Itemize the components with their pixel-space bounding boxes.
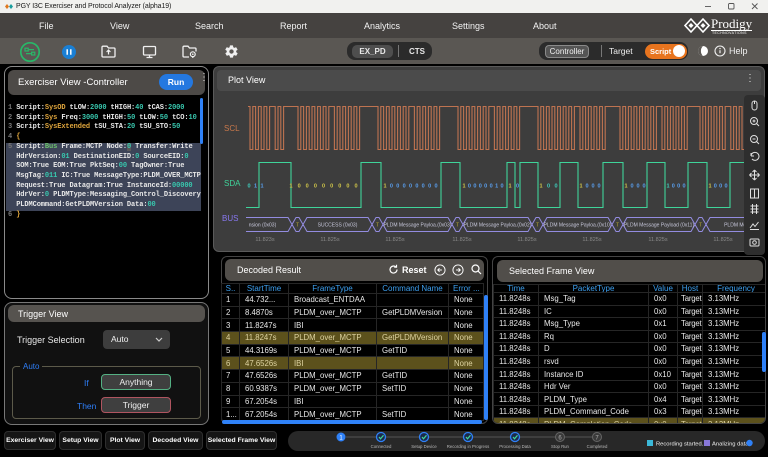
svg-text:0: 0: [346, 184, 349, 190]
svg-text:0: 0: [314, 184, 317, 190]
svg-text:PLDM Message Payload (0x11): PLDM Message Payload (0x11): [624, 223, 695, 229]
svg-text:0: 0: [434, 184, 437, 190]
svg-text:0: 0: [597, 184, 600, 190]
svg-text:T: T: [616, 223, 619, 229]
svg-text:11.825s: 11.825s: [385, 237, 404, 243]
svg-text:0: 0: [396, 184, 399, 190]
svg-text:0: 0: [724, 184, 727, 190]
svg-text:1: 1: [666, 184, 669, 190]
svg-text:Stop Run: Stop Run: [551, 444, 570, 449]
svg-text:BUS: BUS: [222, 214, 238, 223]
svg-text:PLDM Message Payloa.(0x03): PLDM Message Payloa.(0x03): [384, 223, 452, 229]
svg-text:T: T: [296, 223, 299, 229]
svg-text:Connected: Connected: [371, 444, 392, 449]
svg-text:Completed: Completed: [587, 444, 608, 449]
svg-text:Recording started...: Recording started...: [656, 442, 707, 448]
svg-text:Processing Data: Processing Data: [499, 444, 531, 449]
svg-text:11.825s: 11.825s: [517, 237, 536, 243]
svg-text:0: 0: [672, 184, 675, 190]
svg-text:0: 0: [298, 184, 301, 190]
svg-text:0: 0: [403, 184, 406, 190]
svg-text:0: 0: [554, 184, 557, 190]
svg-text:0: 0: [547, 184, 550, 190]
svg-text:0: 0: [591, 184, 594, 190]
svg-text:1: 1: [579, 184, 582, 190]
svg-text:nsion (0x03): nsion (0x03): [249, 223, 277, 229]
svg-text:11.825s: 11.825s: [582, 237, 601, 243]
svg-text:0: 0: [330, 184, 333, 190]
svg-text:1: 1: [289, 184, 292, 190]
svg-text:1: 1: [539, 184, 542, 190]
svg-text:1: 1: [508, 184, 511, 190]
svg-text:0: 0: [415, 184, 418, 190]
svg-text:SDA: SDA: [224, 179, 241, 188]
svg-text:Analizing data: Analizing data: [712, 442, 749, 448]
svg-text:0: 0: [354, 184, 357, 190]
svg-text:SUCCESS (0x03): SUCCESS (0x03): [318, 223, 358, 229]
svg-text:0: 0: [516, 184, 519, 190]
svg-text:PLDM Message Payloa.(0x10): PLDM Message Payloa.(0x10): [544, 223, 612, 229]
svg-text:0: 0: [500, 184, 503, 190]
svg-text:T: T: [376, 223, 379, 229]
svg-text:Recording in Progress: Recording in Progress: [447, 444, 490, 449]
svg-text:11.825s: 11.825s: [320, 237, 339, 243]
svg-text:0: 0: [719, 184, 722, 190]
svg-text:0: 0: [409, 184, 412, 190]
svg-text:0: 0: [473, 184, 476, 190]
svg-text:0: 0: [422, 184, 425, 190]
svg-text:0: 0: [428, 184, 431, 190]
svg-text:0: 0: [468, 184, 471, 190]
svg-text:0: 0: [484, 184, 487, 190]
svg-text:0: 0: [322, 184, 325, 190]
svg-text:0: 0: [338, 184, 341, 190]
svg-text:0: 0: [585, 184, 588, 190]
svg-text:SCL: SCL: [224, 124, 240, 133]
svg-text:0: 0: [636, 184, 639, 190]
svg-text:0: 0: [642, 184, 645, 190]
svg-text:1: 1: [383, 184, 386, 190]
svg-text:1: 1: [254, 184, 257, 190]
svg-text:0: 0: [682, 184, 685, 190]
svg-text:T: T: [699, 223, 702, 229]
svg-text:11.825s: 11.825s: [452, 237, 471, 243]
svg-text:0: 0: [479, 184, 482, 190]
svg-text:0: 0: [630, 184, 633, 190]
svg-text:0: 0: [714, 184, 717, 190]
svg-text:1: 1: [462, 184, 465, 190]
svg-text:0: 0: [306, 184, 309, 190]
svg-text:1: 1: [260, 184, 263, 190]
svg-text:PLDM Message Payloa.(0x02): PLDM Message Payloa.(0x02): [464, 223, 532, 229]
svg-text:1: 1: [708, 184, 711, 190]
svg-text:11.823s: 11.823s: [255, 237, 274, 243]
svg-text:11.825s: 11.825s: [648, 237, 667, 243]
svg-text:0: 0: [247, 184, 250, 190]
svg-text:0: 0: [390, 184, 393, 190]
svg-text:0: 0: [677, 184, 680, 190]
svg-text:1: 1: [495, 184, 498, 190]
svg-text:T: T: [456, 223, 459, 229]
svg-text:Setup Device: Setup Device: [411, 444, 437, 449]
svg-text:1: 1: [624, 184, 627, 190]
svg-text:0: 0: [490, 184, 493, 190]
svg-text:11.825s: 11.825s: [713, 237, 732, 243]
svg-text:T: T: [536, 223, 539, 229]
